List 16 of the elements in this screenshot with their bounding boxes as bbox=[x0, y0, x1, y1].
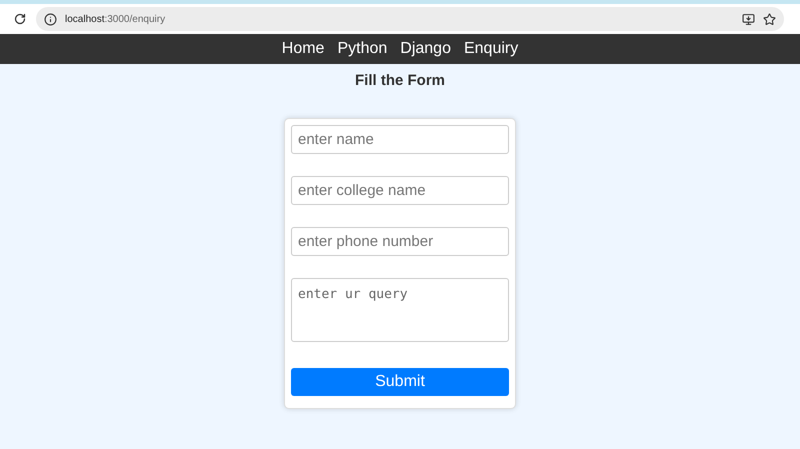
url-text: localhost:3000/enquiry bbox=[65, 12, 166, 26]
install-icon[interactable] bbox=[742, 12, 755, 26]
address-bar[interactable]: localhost:3000/enquiry bbox=[36, 7, 784, 31]
text-field[interactable]: enter name bbox=[291, 124, 509, 154]
nav-link[interactable]: Enquiry bbox=[464, 37, 518, 61]
submit-button[interactable]: Submit bbox=[291, 368, 509, 396]
site-info-icon[interactable] bbox=[44, 12, 57, 26]
reload-icon[interactable] bbox=[14, 13, 26, 25]
nav-link[interactable]: Python bbox=[337, 37, 388, 61]
text-field[interactable]: enter phone number bbox=[291, 226, 509, 256]
nav-link[interactable]: Django bbox=[400, 37, 451, 61]
query-field[interactable]: enter ur query bbox=[291, 278, 509, 342]
form-title: Fill the Form bbox=[354, 71, 446, 91]
text-field[interactable]: enter college name bbox=[291, 176, 509, 204]
nav-link[interactable]: Home bbox=[282, 37, 324, 61]
bookmark-star-icon[interactable] bbox=[763, 12, 776, 26]
